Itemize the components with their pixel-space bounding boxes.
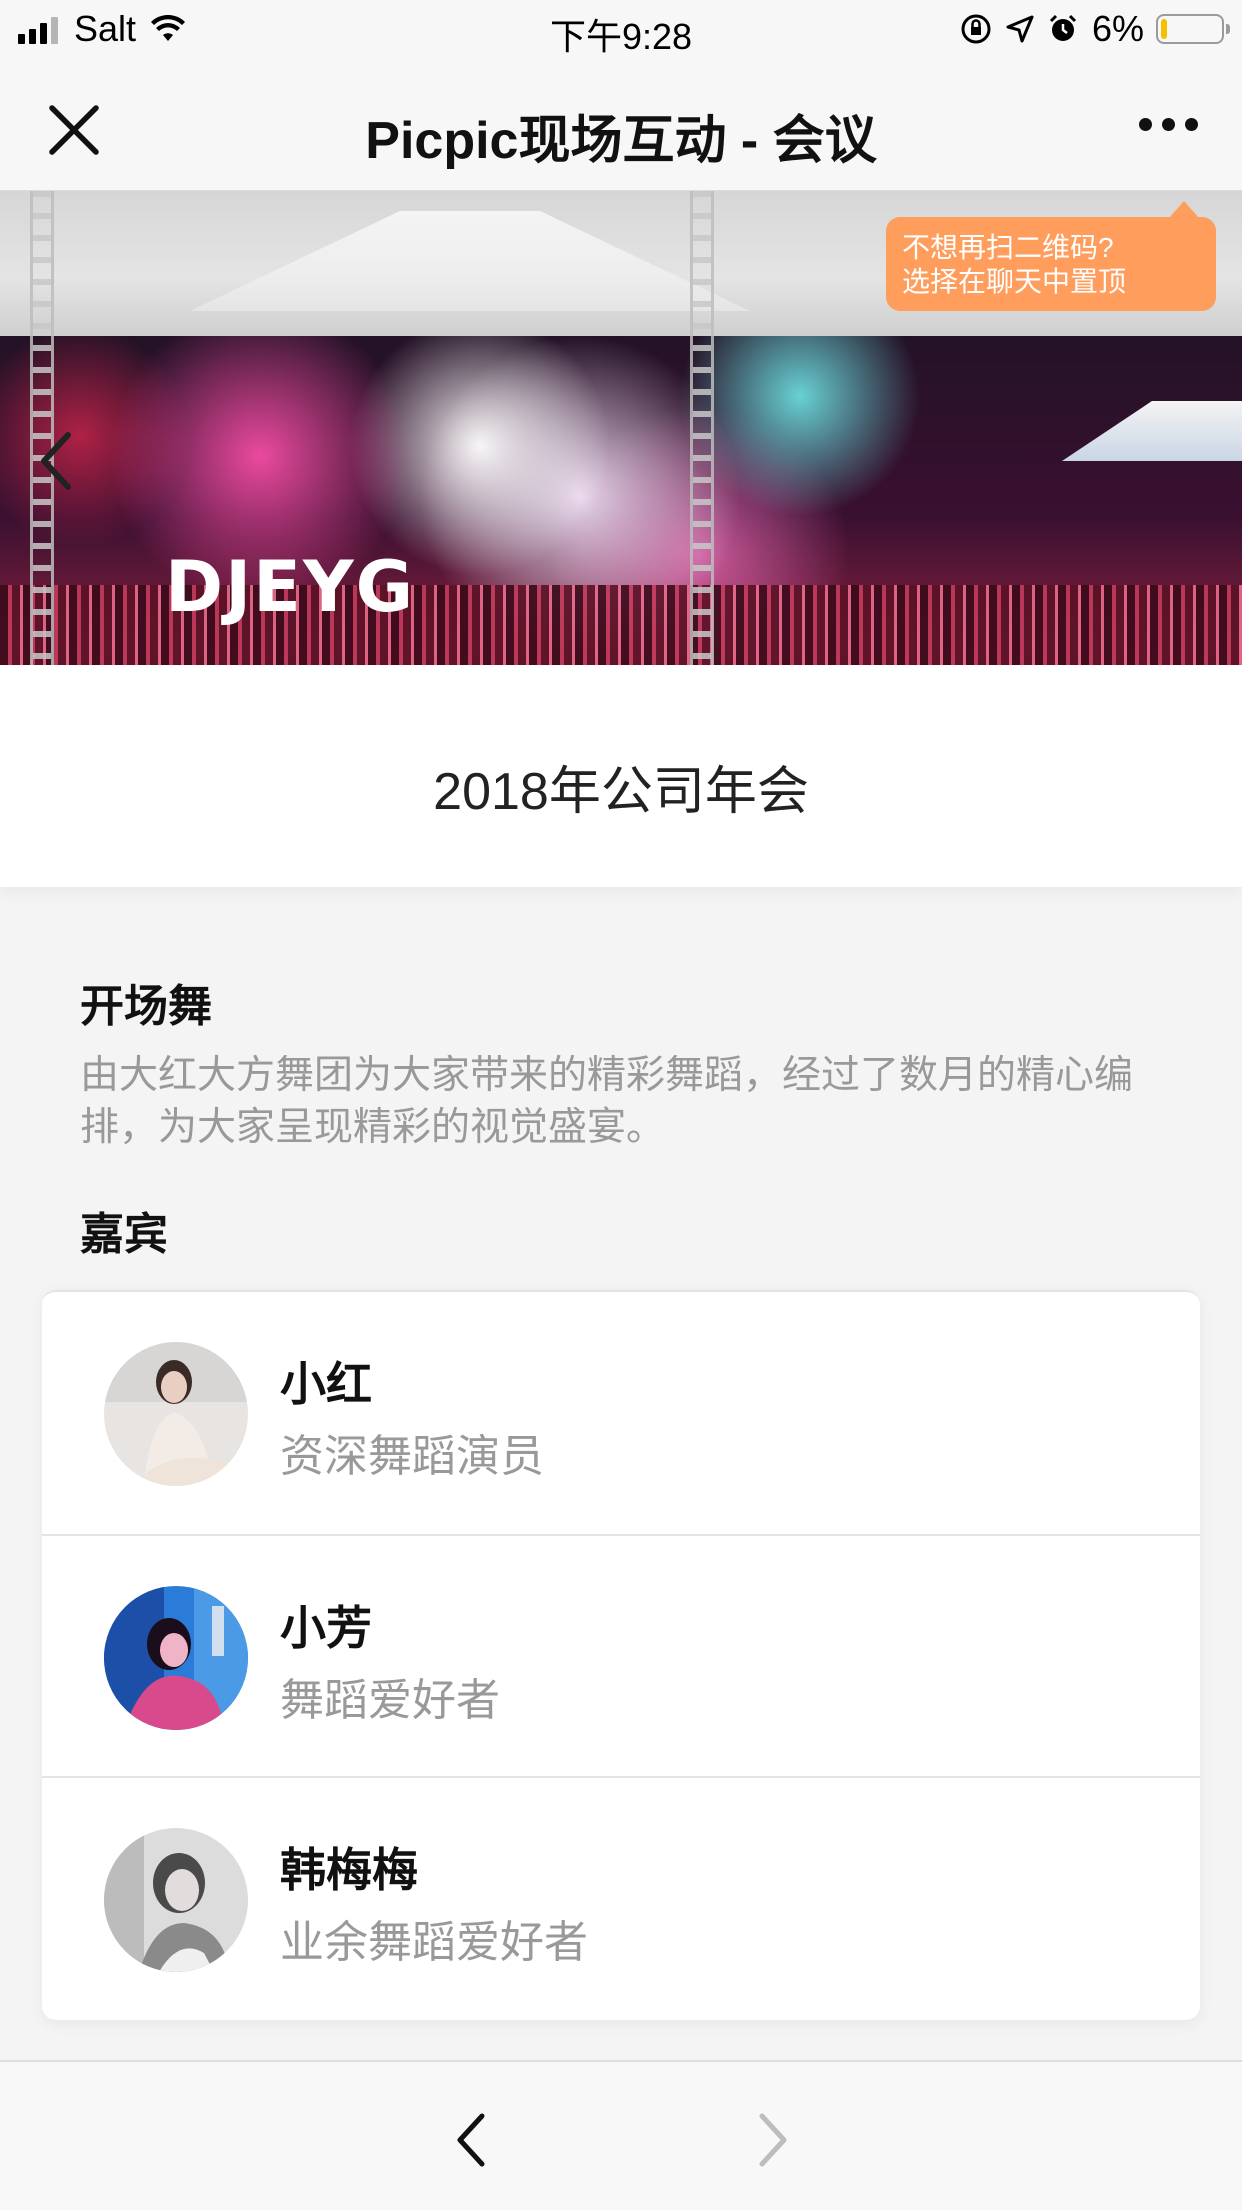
pin-chat-tooltip[interactable]: 不想再扫二维码? 选择在聊天中置顶 <box>886 201 1216 311</box>
chevron-left-icon[interactable] <box>452 2110 492 2170</box>
status-right: 6% <box>946 8 1230 50</box>
stage-truss <box>30 191 54 665</box>
browser-toolbar <box>0 2060 1242 2210</box>
guest-role: 业余舞蹈爱好者 <box>280 1918 588 1967</box>
event-title: 2018年公司年会 <box>433 763 809 821</box>
guest-role: 资深舞蹈演员 <box>280 1432 544 1481</box>
guest-row[interactable]: 韩梅梅 业余舞蹈爱好者 <box>42 1776 1200 2020</box>
stage-truss <box>690 191 714 665</box>
nav-bar: Picpic现场互动 - 会议 <box>0 62 1242 191</box>
stage-tent <box>190 211 750 311</box>
guest-row[interactable]: 小芳 舞蹈爱好者 <box>42 1534 1200 1778</box>
alarm-icon <box>1049 14 1077 41</box>
chevron-left-icon[interactable] <box>36 429 76 493</box>
battery-percent: 6% <box>1091 8 1144 49</box>
guest-role: 舞蹈爱好者 <box>280 1676 500 1725</box>
tooltip-line-1: 不想再扫二维码? <box>902 232 1114 263</box>
event-title-card: 2018年公司年会 <box>0 665 1242 887</box>
guest-name: 韩梅梅 <box>280 1844 418 1896</box>
tooltip-line-2: 选择在聊天中置顶 <box>902 266 1127 297</box>
guest-list: 小红 资深舞蹈演员 小芳 舞蹈爱好者 韩梅梅 业余舞蹈爱好者 <box>42 1290 1200 2020</box>
stage-sign: DJEYG <box>165 546 416 628</box>
more-icon[interactable] <box>1129 118 1198 131</box>
orientation-lock-icon <box>961 14 991 44</box>
page-title: Picpic现场互动 - 会议 <box>365 112 877 170</box>
battery-icon <box>1156 14 1230 44</box>
avatar <box>104 1828 248 1972</box>
status-bar: Salt 下午9:28 6% <box>0 0 1242 62</box>
guest-name: 小红 <box>280 1358 372 1410</box>
program-heading: 开场舞 <box>80 982 212 1031</box>
guest-name: 小芳 <box>280 1602 372 1654</box>
chevron-right-icon[interactable] <box>752 2110 792 2170</box>
location-arrow-icon <box>1006 15 1034 43</box>
guest-row[interactable]: 小红 资深舞蹈演员 <box>42 1292 1200 1534</box>
guests-heading: 嘉宾 <box>80 1210 168 1259</box>
avatar <box>104 1586 248 1730</box>
program-description: 由大红大方舞团为大家带来的精彩舞蹈，经过了数月的精心编排，为大家呈现精彩的视觉盛… <box>80 1054 1134 1149</box>
battery-level-fill <box>1161 19 1167 39</box>
avatar <box>104 1342 248 1486</box>
